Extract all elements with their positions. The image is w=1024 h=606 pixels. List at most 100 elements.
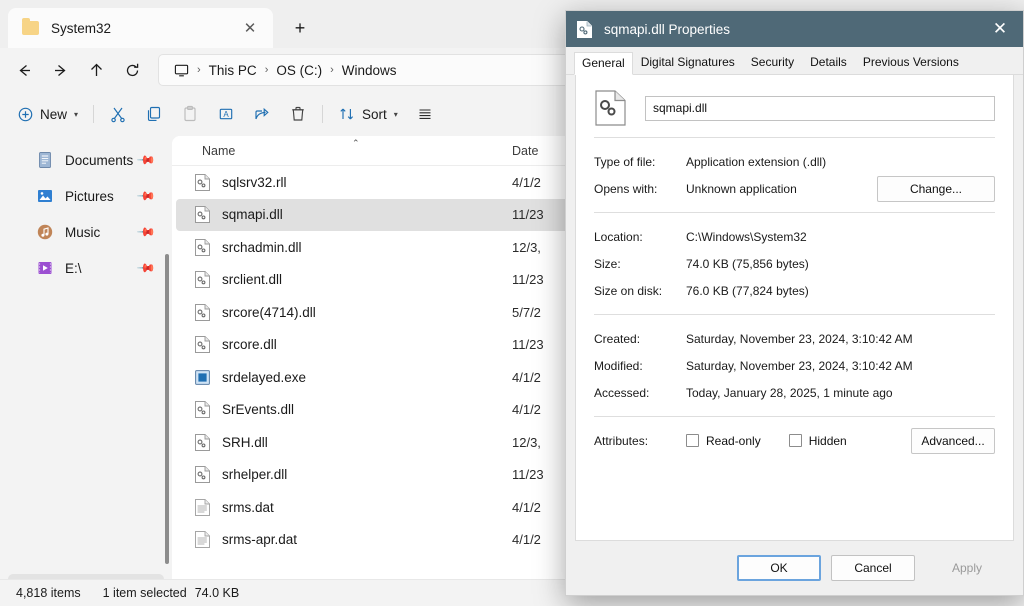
pin-icon[interactable]: 📌	[136, 222, 156, 242]
file-date-cell: 12/3,	[512, 434, 541, 450]
new-tab-button[interactable]: +	[283, 11, 317, 45]
sidebar-item-label: Documents	[65, 152, 134, 168]
field-location: Location: C:\Windows\System32	[594, 223, 995, 250]
file-name-text: srms-apr.dat	[222, 532, 298, 548]
dat-file-icon	[194, 530, 211, 549]
new-button[interactable]: New ▾	[8, 98, 87, 130]
cancel-button[interactable]: Cancel	[831, 555, 915, 581]
file-name-text: srdelayed.exe	[222, 369, 307, 385]
file-name-cell: SRH.dll	[176, 433, 512, 452]
rename-button[interactable]: A	[208, 98, 244, 130]
file-name-cell: srchadmin.dll	[176, 238, 512, 257]
dialog-tab-general[interactable]: General	[574, 52, 633, 75]
dll-file-icon	[194, 465, 211, 484]
sidebar-item-documents[interactable]: Documents 📌	[8, 142, 164, 178]
back-arrow-icon[interactable]	[6, 54, 42, 86]
file-date-cell: 11/23	[512, 207, 544, 223]
breadcrumb-windows[interactable]: Windows	[335, 60, 404, 81]
close-icon[interactable]: ✕	[977, 11, 1023, 47]
dialog-titlebar: sqmapi.dll Properties ✕	[566, 11, 1023, 47]
dll-file-icon	[194, 400, 211, 419]
share-icon	[255, 107, 269, 120]
change-button[interactable]: Change...	[877, 175, 995, 202]
file-header-row: sqmapi.dll	[594, 89, 995, 127]
file-name-text: srcore.dll	[222, 337, 277, 353]
plus-circle-icon	[18, 107, 33, 121]
field-size-on-disk: Size on disk: 76.0 KB (77,824 bytes)	[594, 277, 995, 304]
pin-icon[interactable]: 📌	[136, 258, 156, 278]
checkbox-box[interactable]	[686, 434, 699, 447]
field-label: Accessed:	[594, 385, 650, 400]
file-date-cell: 12/3,	[512, 239, 541, 255]
properties-dialog: sqmapi.dll Properties ✕ General Digital S…	[565, 10, 1024, 596]
sort-icon	[340, 108, 354, 120]
sort-button[interactable]: Sort ▾	[329, 98, 407, 130]
advanced-button[interactable]: Advanced...	[911, 427, 995, 454]
breadcrumb-os-c[interactable]: OS (C:)	[269, 60, 329, 81]
file-name-input[interactable]: sqmapi.dll	[645, 95, 995, 121]
dialog-tab-previous-versions[interactable]: Previous Versions	[855, 51, 967, 74]
forward-arrow-icon[interactable]	[42, 54, 78, 86]
pin-icon[interactable]: 📌	[136, 150, 156, 170]
readonly-checkbox[interactable]: Read-only	[686, 434, 761, 448]
divider	[594, 212, 995, 213]
column-header-name[interactable]: Name	[172, 144, 512, 158]
tab-close-icon[interactable]: ✕	[237, 15, 263, 41]
general-tab-panel: sqmapi.dll Type of file: Application ext…	[575, 75, 1014, 541]
file-name-text: sqlsrv32.rll	[222, 174, 287, 190]
file-date-cell: 5/7/2	[512, 304, 541, 320]
view-button[interactable]	[407, 98, 443, 130]
paste-button[interactable]	[172, 98, 208, 130]
share-button[interactable]	[244, 98, 280, 130]
chevron-down-icon: ▾	[74, 109, 79, 119]
dialog-tab-details[interactable]: Details	[802, 51, 855, 74]
copy-button[interactable]	[136, 98, 172, 130]
field-label: Opens with:	[594, 181, 658, 196]
cut-button[interactable]	[100, 98, 136, 130]
field-value: C:\Windows\System32	[686, 229, 807, 244]
status-item-count: 4,818 items	[16, 586, 81, 600]
tab-system32[interactable]: System32 ✕	[8, 8, 273, 48]
paste-icon	[184, 105, 196, 122]
sidebar-item-pictures[interactable]: Pictures 📌	[8, 178, 164, 214]
file-name-cell: srcore.dll	[176, 335, 512, 354]
sidebar-scrollbar[interactable]	[165, 254, 169, 564]
hidden-label: Hidden	[808, 433, 847, 448]
breadcrumb-root-icon[interactable]	[167, 60, 196, 81]
hidden-checkbox[interactable]: Hidden	[788, 433, 847, 448]
sidebar-item-e-drive[interactable]: E:\ 📌	[8, 250, 164, 286]
dll-file-icon	[194, 205, 211, 224]
breadcrumb-separator: ›	[330, 64, 334, 76]
screen: System32 ✕ + › This PC › OS (C:) › Windo…	[0, 0, 1024, 606]
checkbox-box[interactable]	[788, 434, 802, 447]
chevron-down-icon: ▾	[393, 109, 398, 119]
file-name-cell: sqlsrv32.rll	[176, 173, 512, 192]
file-name-cell: SrEvents.dll	[176, 400, 512, 419]
file-date-cell: 11/23	[512, 467, 544, 483]
ok-button[interactable]: OK	[737, 555, 821, 581]
dll-file-icon	[576, 20, 593, 39]
sidebar-item-music[interactable]: Music 📌	[8, 214, 164, 250]
dll-file-icon	[594, 89, 627, 127]
file-name-text: SRH.dll	[222, 434, 268, 450]
dll-file-icon	[194, 173, 211, 192]
dialog-tab-security[interactable]: Security	[743, 51, 802, 74]
field-value: Saturday, November 23, 2024, 3:10:42 AM	[686, 358, 913, 373]
exe-file-icon	[194, 368, 211, 387]
status-selection: 1 item selected	[102, 586, 187, 600]
file-name-cell: srdelayed.exe	[176, 368, 512, 387]
delete-button[interactable]	[280, 98, 316, 130]
dialog-footer: OK Cancel Apply	[566, 541, 1023, 595]
field-value: Today, January 28, 2025, 1 minute ago	[686, 385, 893, 400]
refresh-icon[interactable]	[114, 54, 150, 86]
field-value: 74.0 KB (75,856 bytes)	[686, 256, 809, 271]
sort-button-label: Sort	[362, 106, 387, 122]
pin-icon[interactable]: 📌	[136, 186, 156, 206]
sidebar-item-this-pc[interactable]: › This PC	[8, 574, 164, 579]
up-arrow-icon[interactable]	[78, 54, 114, 86]
breadcrumb-this-pc[interactable]: This PC	[202, 60, 264, 81]
apply-button[interactable]: Apply	[925, 555, 1009, 581]
documents-icon	[36, 151, 54, 169]
field-label: Type of file:	[594, 154, 656, 169]
dialog-tab-digital-signatures[interactable]: Digital Signatures	[633, 51, 743, 74]
